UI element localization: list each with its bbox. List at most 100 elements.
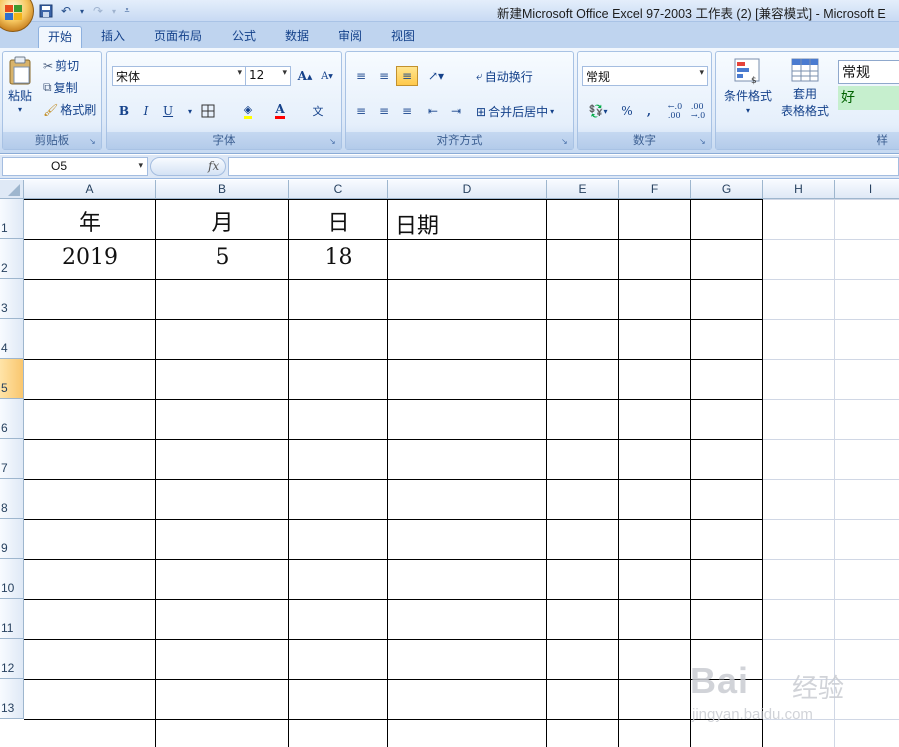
increase-decimal-icon[interactable]: ←.0.00 [664,101,686,121]
dialog-launcher-icon[interactable]: ↘ [89,137,98,146]
column-header-g[interactable]: G [691,180,763,199]
align-left-icon[interactable]: ≡ [350,101,372,121]
style-normal[interactable]: 常规 [838,60,899,84]
row-header-11[interactable]: 11 [0,599,24,639]
align-bottom-icon[interactable]: ≡ [396,66,418,86]
italic-button[interactable]: I [135,101,157,121]
dialog-launcher-icon[interactable]: ↘ [329,137,338,146]
chevron-down-icon: ▾ [138,160,143,170]
tab-review[interactable]: 审阅 [329,26,371,48]
tab-data[interactable]: 数据 [276,26,318,48]
format-painter-button[interactable]: 🖌 格式刷 [43,101,96,118]
formula-bar: O5 ▾ fx [0,155,899,179]
tab-insert[interactable]: 插入 [92,26,134,48]
decrease-indent-icon[interactable]: ⇤ [422,101,444,121]
copy-button[interactable]: ⧉ 复制 [43,79,78,96]
row-header-1[interactable]: 1 [0,199,24,239]
column-header-d[interactable]: D [388,180,547,199]
font-group-label: 字体 [107,132,341,149]
baidu-watermark: Bai 经验 jingyan.baidu.com [688,648,888,738]
gridline-horizontal [763,279,899,280]
paste-button[interactable]: 粘贴 ▾ [5,56,35,114]
tab-home[interactable]: 开始 [38,26,83,48]
align-right-icon[interactable]: ≡ [396,101,418,121]
align-top-icon[interactable]: ≡ [350,66,372,86]
cut-button[interactable]: ✂ 剪切 [43,57,79,74]
column-header-f[interactable]: F [619,180,691,199]
cell-b2[interactable]: 5 [156,245,289,279]
conditional-format-button[interactable]: $ 条件格式 ▾ [720,57,776,115]
increase-indent-icon[interactable]: ⇥ [445,101,467,121]
name-box[interactable]: O5 ▾ [2,157,148,176]
shrink-font-button[interactable]: A ▼ [316,66,338,86]
row-header-2[interactable]: 2 [0,239,24,279]
font-color-button[interactable]: A [269,101,291,121]
font-name-select[interactable]: 宋体 ▾ [112,66,246,86]
column-header-b[interactable]: B [156,180,289,199]
chevron-down-icon[interactable]: ▾ [78,3,86,19]
insert-function-icon[interactable]: fx [208,159,219,173]
row-header-5[interactable]: 5 [0,359,24,399]
row-header-8[interactable]: 8 [0,479,24,519]
accounting-format-button[interactable]: 💱 ▾ [582,101,614,121]
cell-a1[interactable]: 年 [24,205,156,239]
dialog-launcher-icon[interactable]: ↘ [561,137,570,146]
dialog-launcher-icon[interactable]: ↘ [699,137,708,146]
align-center-icon[interactable]: ≡ [373,101,395,121]
conditional-format-icon: $ [734,58,760,85]
tab-view[interactable]: 视图 [382,26,424,48]
undo-icon[interactable]: ↶ [58,3,74,19]
number-group: 常规 ▾ 💱 ▾ % , ←.0.00 .00 →.0 数字 ↘ [577,51,712,150]
row-header-10[interactable]: 10 [0,559,24,599]
chevron-down-icon: ▾ [282,68,287,78]
gridline-horizontal [763,319,899,320]
align-middle-icon[interactable]: ≡ [373,66,395,86]
cell-d1[interactable]: 日期 [388,208,547,242]
underline-button[interactable]: U [157,101,179,121]
redo-icon[interactable]: ↷ [90,3,106,19]
style-good[interactable]: 好 [838,86,899,110]
customize-toolbar-icon[interactable]: ⩡ [122,3,132,19]
column-header-i[interactable]: I [835,180,899,199]
row-header-12[interactable]: 12 [0,639,24,679]
save-icon[interactable] [38,3,54,19]
number-group-label: 数字 [578,132,711,149]
decrease-decimal-icon[interactable]: .00 →.0 [687,101,709,121]
row-header-13[interactable]: 13 [0,679,24,719]
cell-c2[interactable]: 18 [289,245,388,279]
grow-font-button[interactable]: A ▲ [294,66,316,86]
phonetic-guide-button[interactable]: 文 [305,101,331,121]
row-header-4[interactable]: 4 [0,319,24,359]
merge-center-button[interactable]: ⊞ 合并后居中 ▾ [476,103,554,120]
paint-bucket-icon: ◈ [243,103,253,119]
row-header-6[interactable]: 6 [0,399,24,439]
number-format-value: 常规 [586,70,611,84]
column-header-h[interactable]: H [763,180,835,199]
font-size-select[interactable]: 12 ▾ [245,66,291,86]
tab-page-layout[interactable]: 页面布局 [145,26,211,48]
cell-a2[interactable]: 2019 [24,245,156,279]
format-as-table-icon [791,58,819,82]
row-header-7[interactable]: 7 [0,439,24,479]
format-as-table-button[interactable]: 套用 表格格式 [774,57,836,119]
row-header-3[interactable]: 3 [0,279,24,319]
orientation-icon[interactable]: ↗▾ [422,66,450,86]
tab-formulas[interactable]: 公式 [223,26,265,48]
column-header-c[interactable]: C [289,180,388,199]
bold-button[interactable]: B [113,101,135,121]
borders-button[interactable] [197,101,219,121]
column-header-a[interactable]: A [24,180,156,199]
column-header-e[interactable]: E [547,180,619,199]
cell-b1[interactable]: 月 [156,205,289,239]
percent-button[interactable]: % [616,101,638,121]
fill-color-button[interactable]: ◈ [237,101,259,121]
wrap-text-button[interactable]: ⤶ 自动换行 [476,68,533,85]
number-format-select[interactable]: 常规 ▾ [582,66,708,86]
formula-input[interactable] [228,157,899,176]
merge-icon: ⊞ [476,104,487,119]
select-all-corner[interactable] [0,180,24,199]
comma-style-button[interactable]: , [638,101,660,121]
cell-c1[interactable]: 日 [289,205,388,239]
chevron-down-icon[interactable]: ▾ [110,3,118,19]
row-header-9[interactable]: 9 [0,519,24,559]
